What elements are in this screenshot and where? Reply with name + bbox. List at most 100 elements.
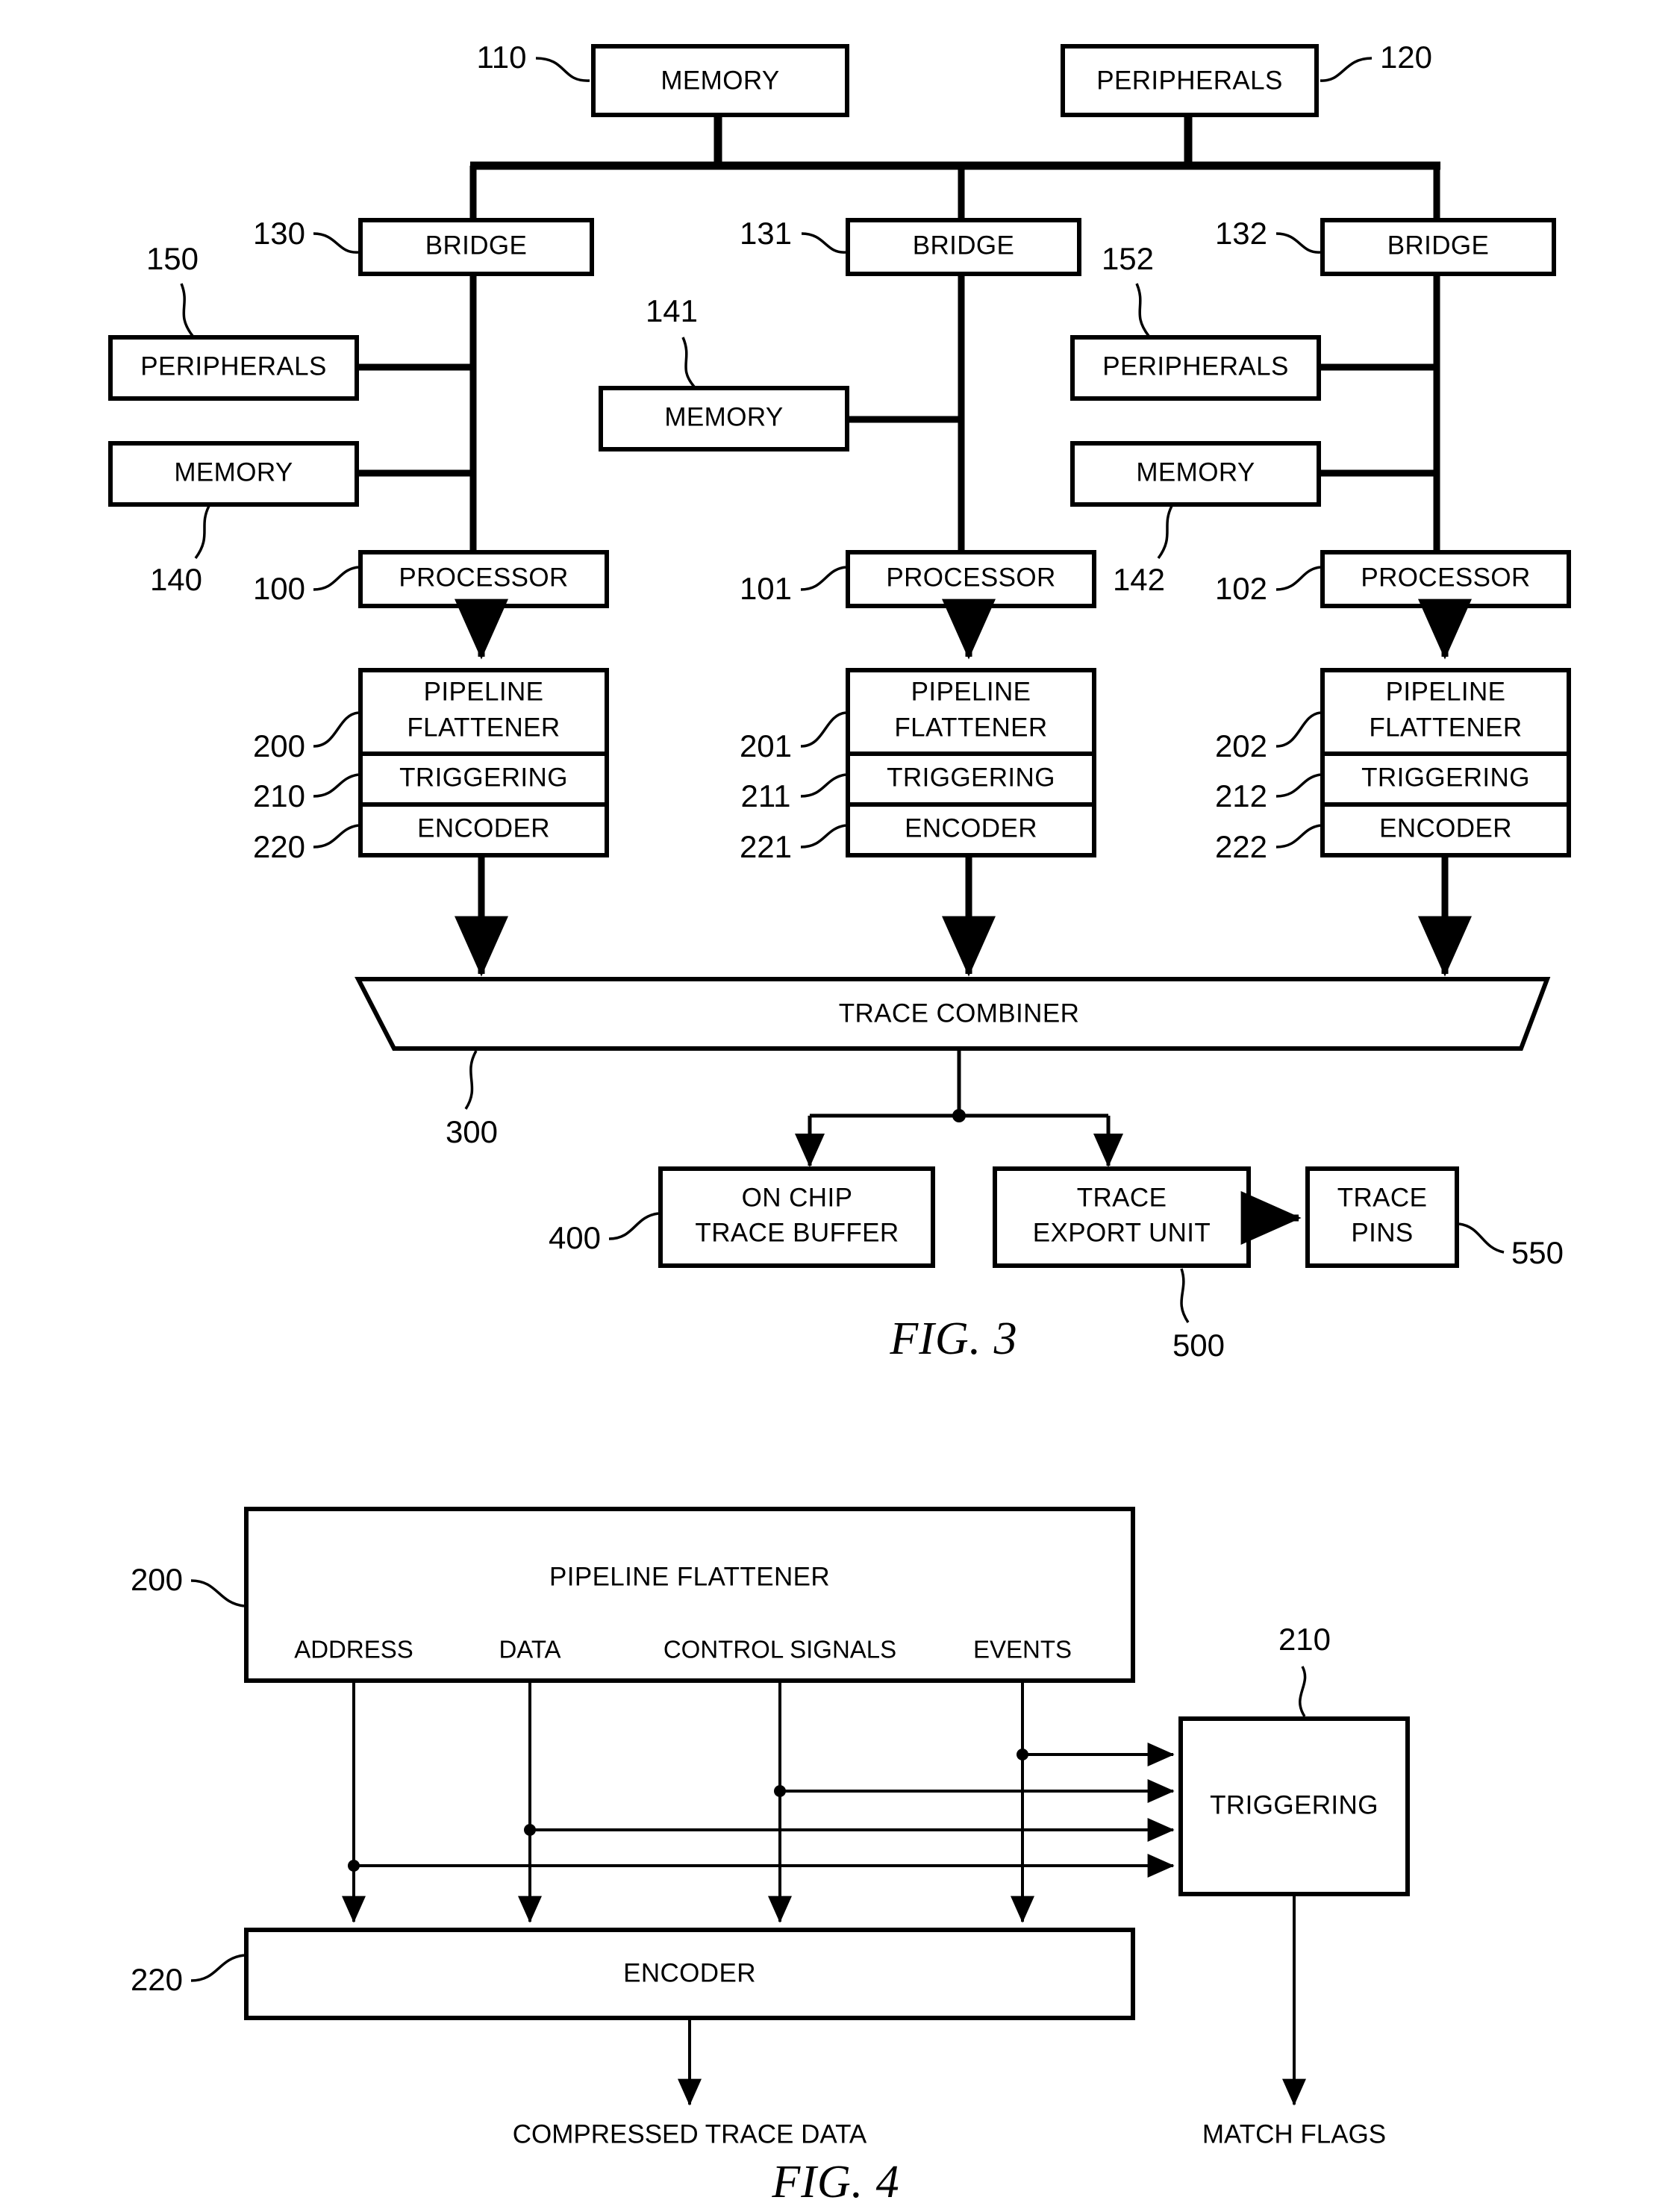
block-pipeline-flattener-200-label-line2: FLATTENER: [407, 713, 560, 742]
leader-130: [313, 232, 359, 254]
fig3-combiner-fanout: [795, 1049, 1123, 1167]
block-bridge-130-label: BRIDGE: [425, 231, 528, 260]
block-pipeline-flattener-201-label-line1: PIPELINE: [911, 677, 1031, 706]
block-triggering-210-label: TRIGGERING: [399, 763, 568, 792]
ref-201: 201: [740, 728, 792, 763]
leader-141: [681, 337, 696, 388]
fig3-top-bus: [469, 116, 1440, 220]
ref-141: 141: [646, 293, 698, 328]
leader-500: [1180, 1268, 1190, 1323]
fig4-port-label-control-signals: CONTROL SIGNALS: [663, 1636, 896, 1663]
block-pipeline-flattener-201-label-line2: FLATTENER: [894, 713, 1047, 742]
fig4-output-label-compressed-trace-data: COMPRESSED TRACE DATA: [513, 2119, 867, 2149]
ref-140: 140: [150, 562, 202, 597]
leader-131: [801, 232, 846, 254]
leader-100: [313, 566, 359, 591]
junction-dot-fanout: [952, 1109, 966, 1122]
fig4-port-label-address: ADDRESS: [294, 1636, 413, 1663]
block-on-chip-trace-buffer-400-label-line1: ON CHIP: [742, 1183, 853, 1212]
block-pipeline-flattener-202-label-line1: PIPELINE: [1386, 677, 1506, 706]
leader-400: [608, 1212, 659, 1240]
block-encoder-220-label: ENCODER: [417, 813, 550, 843]
fig4-ref-220: 220: [131, 1962, 183, 1997]
fig4-ref-200: 200: [131, 1562, 183, 1597]
block-trace-export-unit-500-label-line1: TRACE: [1077, 1183, 1167, 1212]
fig4-junction-dot-control: [774, 1785, 786, 1797]
block-trace-pins-550-label-line1: TRACE: [1337, 1183, 1428, 1212]
ref-150: 150: [146, 241, 199, 276]
ref-152: 152: [1102, 241, 1154, 276]
ref-300: 300: [446, 1114, 498, 1149]
fig4-ref-210: 210: [1278, 1622, 1331, 1657]
block-processor-102-label: PROCESSOR: [1361, 563, 1530, 592]
fig3-right-column: BRIDGE 132 PERIPHERALS 152 MEMORY 142 PR…: [1070, 216, 1571, 977]
leader-200: [313, 711, 359, 748]
ref-202: 202: [1215, 728, 1267, 763]
fig4-leader-200: [190, 1579, 245, 1607]
ref-222: 222: [1215, 829, 1267, 864]
fig4-junction-dot-events: [1017, 1749, 1028, 1760]
fig4-leader-220: [190, 1954, 245, 1982]
ref-220: 220: [253, 829, 305, 864]
block-bridge-131-label: BRIDGE: [913, 231, 1015, 260]
figure-3-caption: FIG. 3: [889, 1313, 1017, 1364]
block-triggering-212-label: TRIGGERING: [1361, 763, 1530, 792]
ref-550: 550: [1511, 1235, 1564, 1270]
fig4-port-label-events: EVENTS: [973, 1636, 1072, 1663]
block-bridge-132-label: BRIDGE: [1387, 231, 1490, 260]
leader-300: [464, 1050, 478, 1110]
leader-152: [1135, 283, 1150, 337]
ref-120: 120: [1380, 40, 1432, 75]
patent-drawing-sheet: MEMORY 110 PERIPHERALS 120 BRIDGE 130 PE…: [0, 0, 1680, 2206]
ref-102: 102: [1215, 571, 1267, 606]
block-memory-110-label: MEMORY: [661, 66, 779, 95]
fig4-junction-dot-address: [348, 1860, 360, 1872]
figure-4-caption: FIG. 4: [771, 2157, 899, 2206]
fig4-junction-dot-data: [524, 1824, 536, 1836]
fig4-output-label-match-flags: MATCH FLAGS: [1202, 2119, 1386, 2149]
ref-100: 100: [253, 571, 305, 606]
block-memory-141-label: MEMORY: [664, 402, 783, 431]
block-trace-export-unit-500-label-line2: EXPORT UNIT: [1033, 1218, 1211, 1247]
figures-svg: MEMORY 110 PERIPHERALS 120 BRIDGE 130 PE…: [108, 40, 1571, 2206]
ref-131: 131: [740, 216, 792, 251]
leader-110: [535, 57, 590, 82]
ref-130: 130: [253, 216, 305, 251]
leader-202: [1275, 711, 1321, 748]
fig4-block-triggering-210-label: TRIGGERING: [1210, 1790, 1378, 1819]
ref-210: 210: [253, 778, 305, 813]
block-memory-142-label: MEMORY: [1136, 457, 1255, 487]
ref-110: 110: [477, 40, 527, 75]
leader-132: [1275, 232, 1321, 254]
leader-221: [800, 824, 846, 849]
block-peripherals-120-label: PERIPHERALS: [1096, 66, 1283, 95]
ref-212: 212: [1215, 778, 1267, 813]
block-pipeline-flattener-202-label-line2: FLATTENER: [1369, 713, 1522, 742]
ref-132: 132: [1215, 216, 1267, 251]
leader-210: [313, 773, 359, 798]
figure-3: MEMORY 110 PERIPHERALS 120 BRIDGE 130 PE…: [108, 40, 1571, 1364]
leader-101: [800, 566, 846, 591]
fig3-left-column: BRIDGE 130 PERIPHERALS 150 MEMORY 140 PR…: [108, 216, 609, 977]
leader-211: [800, 773, 846, 798]
leader-550: [1458, 1222, 1505, 1254]
block-encoder-221-label: ENCODER: [905, 813, 1037, 843]
fig4-block-encoder-220-label: ENCODER: [623, 1958, 756, 1987]
leader-102: [1275, 566, 1321, 591]
block-processor-100-label: PROCESSOR: [399, 563, 568, 592]
ref-101: 101: [740, 571, 792, 606]
leader-201: [800, 711, 846, 748]
ref-211: 211: [741, 778, 791, 813]
leader-220: [313, 824, 359, 849]
ref-200: 200: [253, 728, 305, 763]
block-pipeline-flattener-200-label-line1: PIPELINE: [424, 677, 544, 706]
block-peripherals-150-label: PERIPHERALS: [140, 351, 327, 381]
ref-221: 221: [740, 829, 792, 864]
block-processor-101-label: PROCESSOR: [886, 563, 1055, 592]
block-on-chip-trace-buffer-400-label-line2: TRACE BUFFER: [695, 1218, 899, 1247]
block-peripherals-152-label: PERIPHERALS: [1102, 351, 1289, 381]
ref-142: 142: [1113, 562, 1165, 597]
block-memory-140-label: MEMORY: [174, 457, 293, 487]
block-trace-combiner-300-label: TRACE COMBINER: [839, 999, 1080, 1028]
leader-150: [180, 283, 194, 337]
